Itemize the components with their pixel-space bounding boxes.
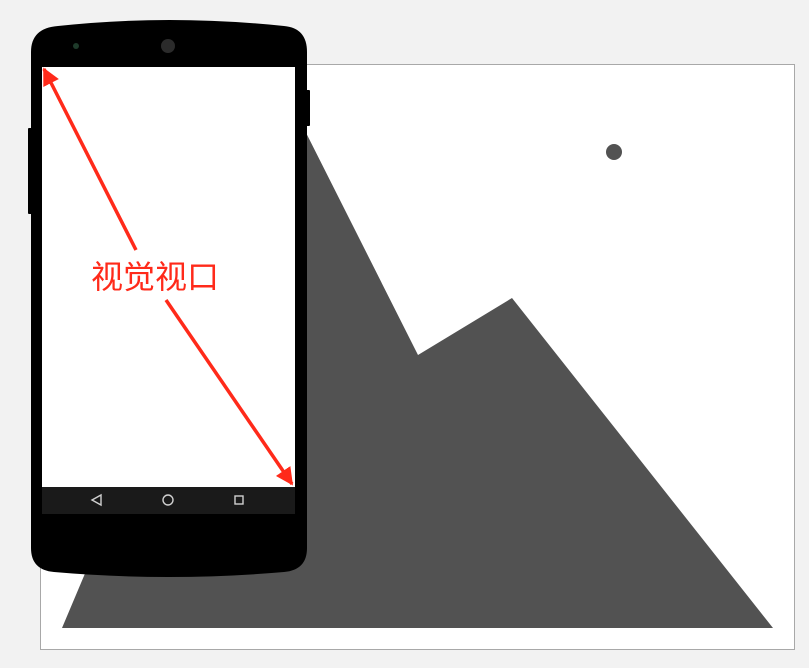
sun-circle: [606, 144, 622, 160]
visual-viewport-label: 视觉视口: [91, 258, 219, 296]
phone-camera: [161, 39, 175, 53]
phone: [28, 20, 310, 577]
visual-viewport-diagram: 视觉视口: [0, 0, 809, 668]
phone-navbar: [42, 487, 295, 514]
phone-sensor-dot: [73, 43, 79, 49]
